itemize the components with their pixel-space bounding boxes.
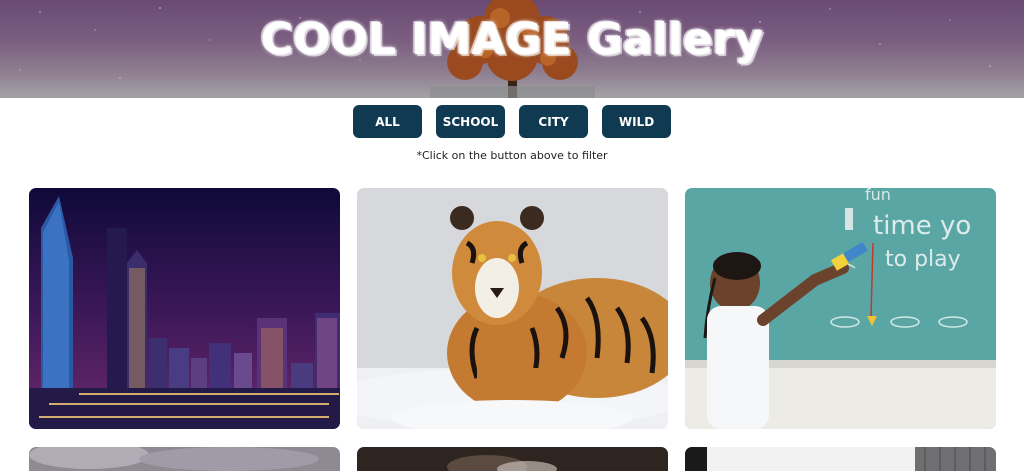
city-skyline-image [29,188,340,429]
page-title: COOL IMAGE Gallery [260,14,764,65]
filter-button-group: ALL SCHOOL CITY WILD [0,105,1024,138]
filter-city-button[interactable]: CITY [519,105,588,138]
filter-hint-text: *Click on the button above to filter [416,149,608,162]
gallery-item-wild[interactable] [357,188,668,429]
gallery-item-city[interactable] [29,188,340,429]
tiger-in-snow-image [357,188,668,429]
building-image [685,447,996,471]
girl-at-chalkboard-image: fun time yo to play [685,188,996,429]
filter-school-button[interactable]: SCHOOL [436,105,505,138]
chalk-text-line1: time yo [873,211,971,241]
chalk-text-top: fun [865,188,891,204]
dark-photo-image [357,447,668,471]
header-banner: COOL IMAGE Gallery [0,0,1024,98]
gallery-item-clouds[interactable] [29,447,340,471]
gallery-item-building[interactable] [685,447,996,471]
filter-all-button[interactable]: ALL [353,105,422,138]
chalk-text-line2: to play [885,247,961,272]
gallery-item-dark[interactable] [357,447,668,471]
filter-wild-button[interactable]: WILD [602,105,671,138]
gallery-item-school[interactable]: fun time yo to play [685,188,996,429]
cloudy-sky-image [29,447,340,471]
